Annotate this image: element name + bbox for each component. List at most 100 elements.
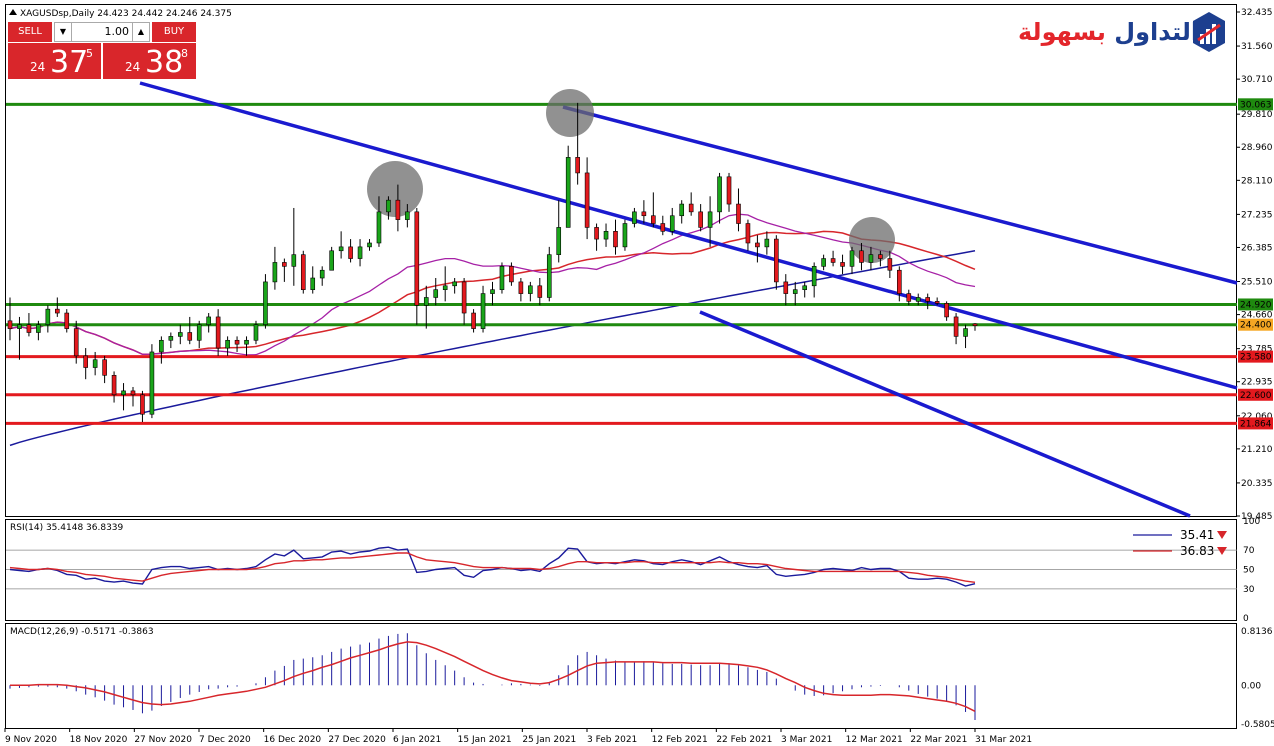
candle-body bbox=[263, 281, 268, 326]
date-tick-label: 6 Jan 2021 bbox=[393, 735, 441, 745]
candle-body bbox=[906, 293, 912, 302]
touch-point-circle-marker bbox=[546, 89, 594, 137]
candle-body bbox=[613, 231, 618, 248]
candle-body bbox=[915, 297, 921, 302]
trading-chart: 32.435 31.560 30.710 29.810 28.960 28.110 27.2… bbox=[4, 4, 1274, 745]
price-tick-label: 27.235 bbox=[1241, 210, 1273, 220]
lot-increase-icon[interactable]: ▲ bbox=[132, 23, 149, 41]
candle-body bbox=[348, 246, 353, 259]
candle-body bbox=[537, 285, 543, 298]
date-tick-label: 3 Mar 2021 bbox=[781, 735, 832, 745]
candle-body bbox=[509, 266, 514, 283]
buy-price-fraction: 8 bbox=[181, 47, 188, 60]
candle-body bbox=[225, 339, 230, 349]
date-tick-label: 18 Nov 2020 bbox=[70, 735, 128, 745]
sell-price[interactable]: 24 37 5 bbox=[8, 43, 101, 80]
rsi-tick-label: 100 bbox=[1243, 517, 1260, 527]
candle-body bbox=[121, 390, 126, 396]
date-tick-label: 12 Mar 2021 bbox=[846, 735, 903, 745]
lot-decrease-icon[interactable]: ▼ bbox=[55, 23, 72, 41]
candle-body bbox=[755, 242, 760, 248]
rsi-tick-label: 50 bbox=[1243, 566, 1255, 576]
macd-tick-label: 0.00 bbox=[1241, 681, 1261, 691]
lot-size-stepper[interactable]: ▼ 1.00 ▲ bbox=[54, 22, 150, 42]
candle-body bbox=[423, 297, 429, 306]
candle-body bbox=[736, 203, 741, 224]
date-tick-label: 25 Jan 2021 bbox=[522, 735, 576, 745]
logo-text-blue: التداول bbox=[1114, 18, 1200, 46]
level-price-label: 24.400 bbox=[1240, 321, 1272, 331]
price-tick-label: 31.560 bbox=[1241, 42, 1273, 52]
date-tick-label: 15 Jan 2021 bbox=[458, 735, 512, 745]
chart-header-label: XAGUSDsp,Daily 24.423 24.442 24.246 24.3… bbox=[20, 9, 232, 19]
level-price-label: 22.600 bbox=[1240, 391, 1272, 401]
candle-body bbox=[792, 289, 798, 294]
sell-button[interactable]: SELL bbox=[8, 22, 52, 42]
candle-body bbox=[925, 297, 930, 302]
candle-body bbox=[102, 359, 107, 376]
candle-body bbox=[196, 324, 202, 341]
sell-price-prefix: 24 bbox=[30, 60, 46, 74]
candle-body bbox=[679, 203, 685, 217]
candle-body bbox=[594, 227, 599, 240]
rsi-indicator-label: RSI(14) 35.4148 36.8339 bbox=[10, 523, 124, 533]
candle-body bbox=[707, 211, 713, 228]
lot-size-value[interactable]: 1.00 bbox=[71, 23, 133, 41]
buy-price[interactable]: 24 38 8 bbox=[103, 43, 196, 80]
candle-body bbox=[565, 157, 571, 228]
candle-body bbox=[688, 203, 694, 213]
candle-body bbox=[187, 332, 193, 341]
price-tick-label: 32.435 bbox=[1241, 8, 1273, 18]
brand-logo: التداول بسهولة bbox=[1018, 10, 1228, 56]
rsi-signal-line bbox=[9, 552, 976, 583]
candle-body bbox=[244, 339, 249, 345]
candle-body bbox=[442, 285, 448, 290]
price-tick-label: 30.710 bbox=[1241, 75, 1273, 85]
macd-signal-line bbox=[10, 641, 976, 712]
candle-body bbox=[149, 351, 155, 415]
candle-body bbox=[215, 316, 221, 349]
price-tick-label: 25.510 bbox=[1241, 278, 1273, 288]
candle-body bbox=[698, 211, 703, 228]
price-tick-label: 22.935 bbox=[1241, 378, 1273, 388]
macd-indicator-label: MACD(12,26,9) -0.5171 -0.3863 bbox=[10, 627, 154, 637]
candle-body bbox=[897, 269, 902, 294]
price-tick-label: 20.335 bbox=[1241, 479, 1273, 489]
level-price-label: 24.920 bbox=[1240, 300, 1272, 310]
candle-body bbox=[7, 320, 13, 329]
touch-point-circle-marker bbox=[367, 161, 423, 217]
candle-body bbox=[717, 176, 722, 213]
buy-button[interactable]: BUY bbox=[152, 22, 196, 42]
candle-body bbox=[376, 211, 382, 244]
level-price-label: 23.580 bbox=[1240, 353, 1272, 363]
price-pane-frame bbox=[5, 4, 1237, 517]
candle-body bbox=[357, 246, 363, 259]
candle-body bbox=[811, 266, 817, 287]
level-price-label: 21.864 bbox=[1240, 419, 1272, 429]
candle-body bbox=[651, 215, 656, 224]
price-tick-label: 26.385 bbox=[1241, 243, 1273, 253]
candle-body bbox=[745, 223, 751, 244]
candle-body bbox=[433, 289, 439, 298]
buy-price-pips: 38 bbox=[145, 45, 184, 80]
candle-body bbox=[963, 328, 968, 337]
candle-body bbox=[26, 324, 32, 333]
candle-body bbox=[55, 308, 60, 314]
candle-body bbox=[632, 211, 637, 224]
candle-body bbox=[490, 289, 495, 294]
candle-body bbox=[944, 303, 949, 318]
candle-body bbox=[159, 339, 164, 353]
candle-body bbox=[253, 324, 259, 341]
date-tick-label: 9 Nov 2020 bbox=[5, 735, 57, 745]
candle-body bbox=[111, 375, 117, 396]
candle-body bbox=[622, 223, 628, 248]
price-tick-label: 29.810 bbox=[1241, 110, 1273, 120]
candle-body bbox=[575, 157, 580, 174]
candle-body bbox=[499, 266, 505, 290]
date-tick-label: 22 Mar 2021 bbox=[910, 735, 967, 745]
candle-body bbox=[367, 242, 372, 248]
macd-tick-label: -0.5805 bbox=[1241, 720, 1274, 730]
candle-body bbox=[480, 293, 486, 329]
candle-body bbox=[36, 324, 41, 333]
sell-price-pips: 37 bbox=[50, 45, 89, 80]
